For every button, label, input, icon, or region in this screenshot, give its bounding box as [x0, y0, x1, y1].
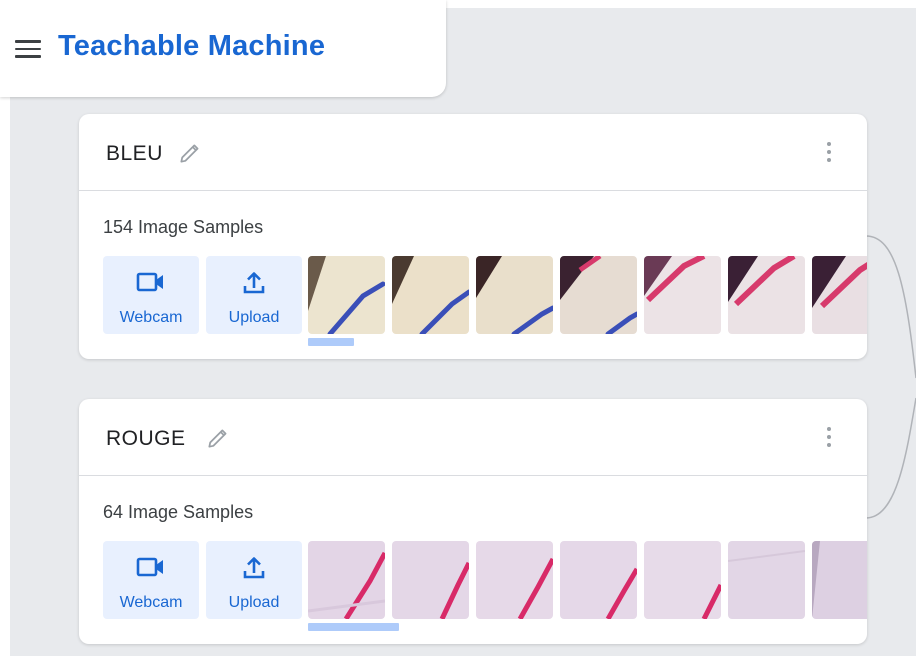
sample-thumbnail[interactable]	[560, 256, 637, 334]
sample-thumbnail[interactable]	[728, 256, 805, 334]
webcam-icon	[136, 272, 163, 292]
thumbnail-scrollbar[interactable]	[308, 338, 354, 346]
thumbnail-scrollbar[interactable]	[308, 623, 399, 631]
webcam-button[interactable]: Webcam	[103, 256, 199, 334]
class-name[interactable]: BLEU	[106, 142, 163, 166]
sample-thumbnail[interactable]	[560, 541, 637, 619]
sample-thumbnail[interactable]	[812, 256, 867, 334]
class-card-bleu: BLEU 154 Image Samples Webcam Upload	[79, 114, 867, 359]
sample-thumbnail[interactable]	[392, 256, 469, 334]
sample-thumbnail[interactable]	[476, 541, 553, 619]
hamburger-menu-icon[interactable]	[15, 40, 41, 60]
webcam-label: Webcam	[119, 594, 183, 611]
app-title: Teachable Machine	[58, 30, 326, 62]
sample-thumbnail[interactable]	[476, 256, 553, 334]
edit-pencil-icon[interactable]	[205, 425, 231, 451]
sample-thumbnail[interactable]	[644, 541, 721, 619]
upload-icon	[243, 272, 265, 294]
sample-thumbnail[interactable]	[812, 541, 867, 619]
webcam-icon	[136, 557, 163, 577]
sample-thumbnail[interactable]	[728, 541, 805, 619]
webcam-label: Webcam	[119, 309, 183, 326]
edit-pencil-icon[interactable]	[177, 140, 203, 166]
sample-count: 64 Image Samples	[103, 502, 254, 522]
webcam-button[interactable]: Webcam	[103, 541, 199, 619]
sample-count: 154 Image Samples	[103, 217, 264, 237]
upload-label: Upload	[228, 309, 280, 326]
class-card-rouge: ROUGE 64 Image Samples Webcam Upload	[79, 399, 867, 644]
sample-thumbnail[interactable]	[644, 256, 721, 334]
more-options-icon[interactable]	[825, 142, 833, 166]
upload-button[interactable]: Upload	[206, 541, 302, 619]
upload-icon	[243, 557, 265, 579]
upload-label: Upload	[228, 594, 280, 611]
upload-button[interactable]: Upload	[206, 256, 302, 334]
app-header: Teachable Machine	[0, 0, 446, 97]
more-options-icon[interactable]	[825, 427, 833, 451]
sample-thumbnail[interactable]	[392, 541, 469, 619]
connector-lines	[866, 235, 916, 519]
sample-thumbnail[interactable]	[308, 541, 385, 619]
sample-thumbnail[interactable]	[308, 256, 385, 334]
class-name[interactable]: ROUGE	[106, 427, 186, 451]
card-header: ROUGE	[79, 399, 867, 476]
card-header: BLEU	[79, 114, 867, 191]
